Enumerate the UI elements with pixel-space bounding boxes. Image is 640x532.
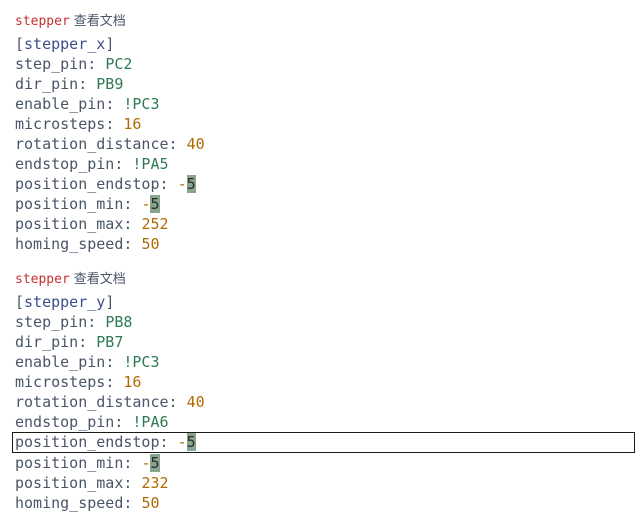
config-key: step_pin bbox=[15, 55, 87, 73]
blank-line bbox=[15, 254, 625, 268]
config-value: 232 bbox=[141, 474, 168, 492]
config-value: 40 bbox=[187, 135, 205, 153]
current-line: position_endstop: -5 bbox=[12, 432, 635, 453]
config-value: 50 bbox=[141, 235, 159, 253]
config-line: microsteps: 16 bbox=[15, 372, 625, 392]
config-value: 16 bbox=[123, 373, 141, 391]
config-key: rotation_distance bbox=[15, 135, 169, 153]
config-key: dir_pin bbox=[15, 75, 78, 93]
config-value: PC2 bbox=[105, 55, 132, 73]
config-line: enable_pin: !PC3 bbox=[15, 352, 625, 372]
config-value: PB8 bbox=[105, 313, 132, 331]
config-value: !PA5 bbox=[132, 155, 168, 173]
section-header: stepper 查看文档 bbox=[15, 10, 625, 32]
config-key: endstop_pin bbox=[15, 155, 114, 173]
config-line: position_min: -5 bbox=[15, 453, 625, 473]
config-line: rotation_distance: 40 bbox=[15, 134, 625, 154]
config-key: rotation_distance bbox=[15, 393, 169, 411]
section-bracket: [stepper_y] bbox=[15, 292, 625, 312]
doc-link[interactable]: 查看文档 bbox=[74, 14, 126, 29]
config-key: microsteps bbox=[15, 373, 105, 391]
config-line: dir_pin: PB7 bbox=[15, 332, 625, 352]
section-bracket: [stepper_x] bbox=[15, 34, 625, 54]
config-value: PB7 bbox=[96, 333, 123, 351]
stepper-tag: stepper bbox=[15, 14, 70, 29]
config-value: !PC3 bbox=[123, 95, 159, 113]
config-value: - bbox=[178, 433, 187, 451]
section-name: stepper_x bbox=[24, 35, 105, 53]
config-value: 252 bbox=[141, 215, 168, 233]
config-key: enable_pin bbox=[15, 95, 105, 113]
config-line: homing_speed: 50 bbox=[15, 493, 625, 513]
config-line: endstop_pin: !PA5 bbox=[15, 154, 625, 174]
config-value: !PA6 bbox=[132, 413, 168, 431]
config-key: step_pin bbox=[15, 313, 87, 331]
config-key: position_min bbox=[15, 195, 123, 213]
highlighted-char: 5 bbox=[187, 175, 196, 193]
config-value: - bbox=[178, 175, 187, 193]
highlighted-char: 5 bbox=[187, 433, 196, 451]
highlighted-char: 5 bbox=[150, 195, 159, 213]
config-value: PB9 bbox=[96, 75, 123, 93]
config-key: endstop_pin bbox=[15, 413, 114, 431]
config-value: 40 bbox=[187, 393, 205, 411]
doc-link[interactable]: 查看文档 bbox=[74, 272, 126, 287]
config-line: dir_pin: PB9 bbox=[15, 74, 625, 94]
config-line: position_max: 252 bbox=[15, 214, 625, 234]
config-key: position_min bbox=[15, 454, 123, 472]
config-key: homing_speed bbox=[15, 235, 123, 253]
config-key: position_endstop bbox=[15, 433, 160, 451]
config-line: position_endstop: -5 bbox=[15, 174, 625, 194]
config-key: homing_speed bbox=[15, 494, 123, 512]
config-line: homing_speed: 50 bbox=[15, 234, 625, 254]
config-line: step_pin: PC2 bbox=[15, 54, 625, 74]
config-line: position_max: 232 bbox=[15, 473, 625, 493]
config-document: stepper查看文档[stepper_x]step_pin: PC2dir_p… bbox=[15, 10, 625, 513]
config-key: position_endstop bbox=[15, 175, 160, 193]
section-header: stepper 查看文档 bbox=[15, 268, 625, 290]
section-name: stepper_y bbox=[24, 293, 105, 311]
stepper-tag: stepper bbox=[15, 272, 70, 287]
config-line: position_min: -5 bbox=[15, 194, 625, 214]
config-key: position_max bbox=[15, 215, 123, 233]
highlighted-char: 5 bbox=[150, 454, 159, 472]
config-line: step_pin: PB8 bbox=[15, 312, 625, 332]
config-key: dir_pin bbox=[15, 333, 78, 351]
config-value: !PC3 bbox=[123, 353, 159, 371]
config-value: 16 bbox=[123, 115, 141, 133]
config-key: position_max bbox=[15, 474, 123, 492]
config-line: enable_pin: !PC3 bbox=[15, 94, 625, 114]
config-key: microsteps bbox=[15, 115, 105, 133]
config-line: endstop_pin: !PA6 bbox=[15, 412, 625, 432]
config-value: 50 bbox=[141, 494, 159, 512]
config-line: rotation_distance: 40 bbox=[15, 392, 625, 412]
config-key: enable_pin bbox=[15, 353, 105, 371]
config-line: microsteps: 16 bbox=[15, 114, 625, 134]
